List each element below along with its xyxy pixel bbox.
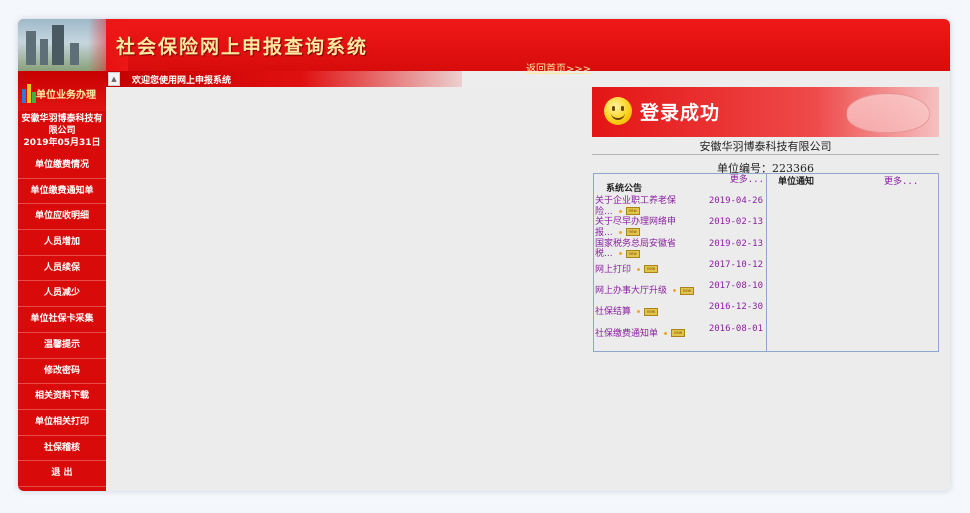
- info-panel: 系统公告 更多... 关于企业职工养老保险... new 2019-04-26 关…: [593, 173, 939, 352]
- menu-add-person[interactable]: 人员增加: [18, 230, 106, 256]
- panel-divider: [766, 174, 767, 351]
- announcement-date: 2016-12-30: [708, 302, 763, 313]
- new-badge-icon: new: [625, 249, 640, 258]
- login-success-title: 登录成功: [640, 102, 721, 124]
- announcement-link[interactable]: 社保结算 new: [595, 307, 691, 318]
- new-badge-icon: new: [644, 265, 659, 274]
- new-badge-icon: new: [680, 286, 695, 295]
- login-success-banner: 登录成功: [592, 87, 939, 137]
- sidebar: 单位业务办理 安徽华羽博泰科技有 限公司 2019年05月31日 单位缴费情况 …: [18, 71, 106, 491]
- list-item: 国家税务总局安徽省税... new 2019-02-13: [595, 239, 765, 260]
- menu-remove-person[interactable]: 人员减少: [18, 281, 106, 308]
- app-window: 社会保险网上申报查询系统 返回首页>>> 单位业务办理 安徽华羽博泰科技有 限公…: [18, 19, 950, 491]
- smiley-face-icon: [604, 97, 632, 125]
- list-item: 网上打印 new 2017-10-12: [595, 260, 765, 281]
- announcements-list: 关于企业职工养老保险... new 2019-04-26 关于尽早办理网络申报..…: [595, 196, 765, 345]
- menu-change-password[interactable]: 修改密码: [18, 359, 106, 385]
- announcements-header: 系统公告: [606, 184, 643, 194]
- list-item: 关于企业职工养老保险... new 2019-04-26: [595, 196, 765, 217]
- logged-in-company-name: 安徽华羽博泰科技有限公司: [699, 140, 832, 153]
- sidebar-section-title: 单位业务办理: [36, 90, 96, 101]
- announcement-date: 2019-02-13: [708, 217, 763, 228]
- menu-downloads[interactable]: 相关资料下载: [18, 384, 106, 410]
- welcome-bar: ▲ 欢迎您使用网上申报系统: [106, 71, 462, 87]
- announcement-link[interactable]: 关于尽早办理网络申报... new: [595, 217, 691, 238]
- return-home-link[interactable]: 返回首页>>>: [526, 60, 591, 75]
- notices-header: 单位通知: [778, 177, 815, 187]
- divider: [592, 154, 939, 155]
- list-item: 社保缴费通知单 new 2016-08-01: [595, 324, 765, 345]
- bullet-icon: [637, 267, 641, 271]
- announcement-date: 2016-08-01: [708, 323, 763, 334]
- announcement-link[interactable]: 关于企业职工养老保险... new: [595, 196, 691, 217]
- menu-tips[interactable]: 温馨提示: [18, 333, 106, 359]
- notices-more-link[interactable]: 更多...: [884, 174, 918, 187]
- bullet-icon: [673, 289, 677, 293]
- announcement-date: 2017-08-10: [708, 281, 763, 292]
- menu-continue-insurance[interactable]: 人员续保: [18, 256, 106, 282]
- company-name-line1: 安徽华羽博泰科技有: [21, 114, 103, 124]
- list-item: 网上办事大厅升级 new 2017-08-10: [595, 281, 765, 302]
- sidebar-menu: 单位缴费情况 单位缴费通知单 单位应收明细 人员增加 人员续保 人员减少 单位社…: [18, 153, 106, 487]
- computer-mouse-icon: [846, 93, 930, 133]
- menu-logout[interactable]: 退 出: [18, 461, 106, 487]
- announcements-more-link[interactable]: 更多...: [722, 174, 764, 186]
- list-item: 社保结算 new 2016-12-30: [595, 302, 765, 323]
- list-item: 关于尽早办理网络申报... new 2019-02-13: [595, 217, 765, 238]
- announcement-link[interactable]: 国家税务总局安徽省税... new: [595, 239, 691, 260]
- sidebar-logo: 单位业务办理: [18, 71, 106, 111]
- announcement-date: 2019-04-26: [708, 196, 763, 206]
- bullet-icon: [637, 310, 641, 314]
- company-name-line2: 限公司: [48, 126, 76, 136]
- menu-audit[interactable]: 社保稽核: [18, 436, 106, 462]
- menu-unit-payment-status[interactable]: 单位缴费情况: [18, 153, 106, 179]
- bullet-icon: [664, 331, 668, 335]
- new-badge-icon: new: [625, 228, 640, 237]
- new-badge-icon: new: [671, 329, 686, 338]
- bullet-icon: [618, 209, 622, 213]
- menu-unit-print[interactable]: 单位相关打印: [18, 410, 106, 436]
- header-banner: 社会保险网上申报查询系统 返回首页>>>: [18, 19, 950, 75]
- bullet-icon: [618, 230, 622, 234]
- current-date: 2019年05月31日: [23, 138, 101, 148]
- announcement-link[interactable]: 网上打印 new: [595, 265, 691, 276]
- scroll-up-arrow-icon[interactable]: ▲: [108, 72, 120, 86]
- menu-social-card-collection[interactable]: 单位社保卡采集: [18, 307, 106, 333]
- menu-receivable-details[interactable]: 单位应收明细: [18, 204, 106, 231]
- site-title: 社会保险网上申报查询系统: [116, 36, 369, 58]
- announcement-date: 2019-02-13: [708, 238, 763, 249]
- welcome-text: 欢迎您使用网上申报系统: [132, 76, 232, 86]
- new-badge-icon: new: [625, 207, 640, 215]
- new-badge-icon: new: [644, 307, 659, 316]
- sidebar-company-info: 安徽华羽博泰科技有 限公司 2019年05月31日: [18, 113, 106, 149]
- bullet-icon: [618, 252, 622, 256]
- menu-payment-notice[interactable]: 单位缴费通知单: [18, 179, 106, 205]
- announcement-date: 2017-10-12: [708, 259, 763, 270]
